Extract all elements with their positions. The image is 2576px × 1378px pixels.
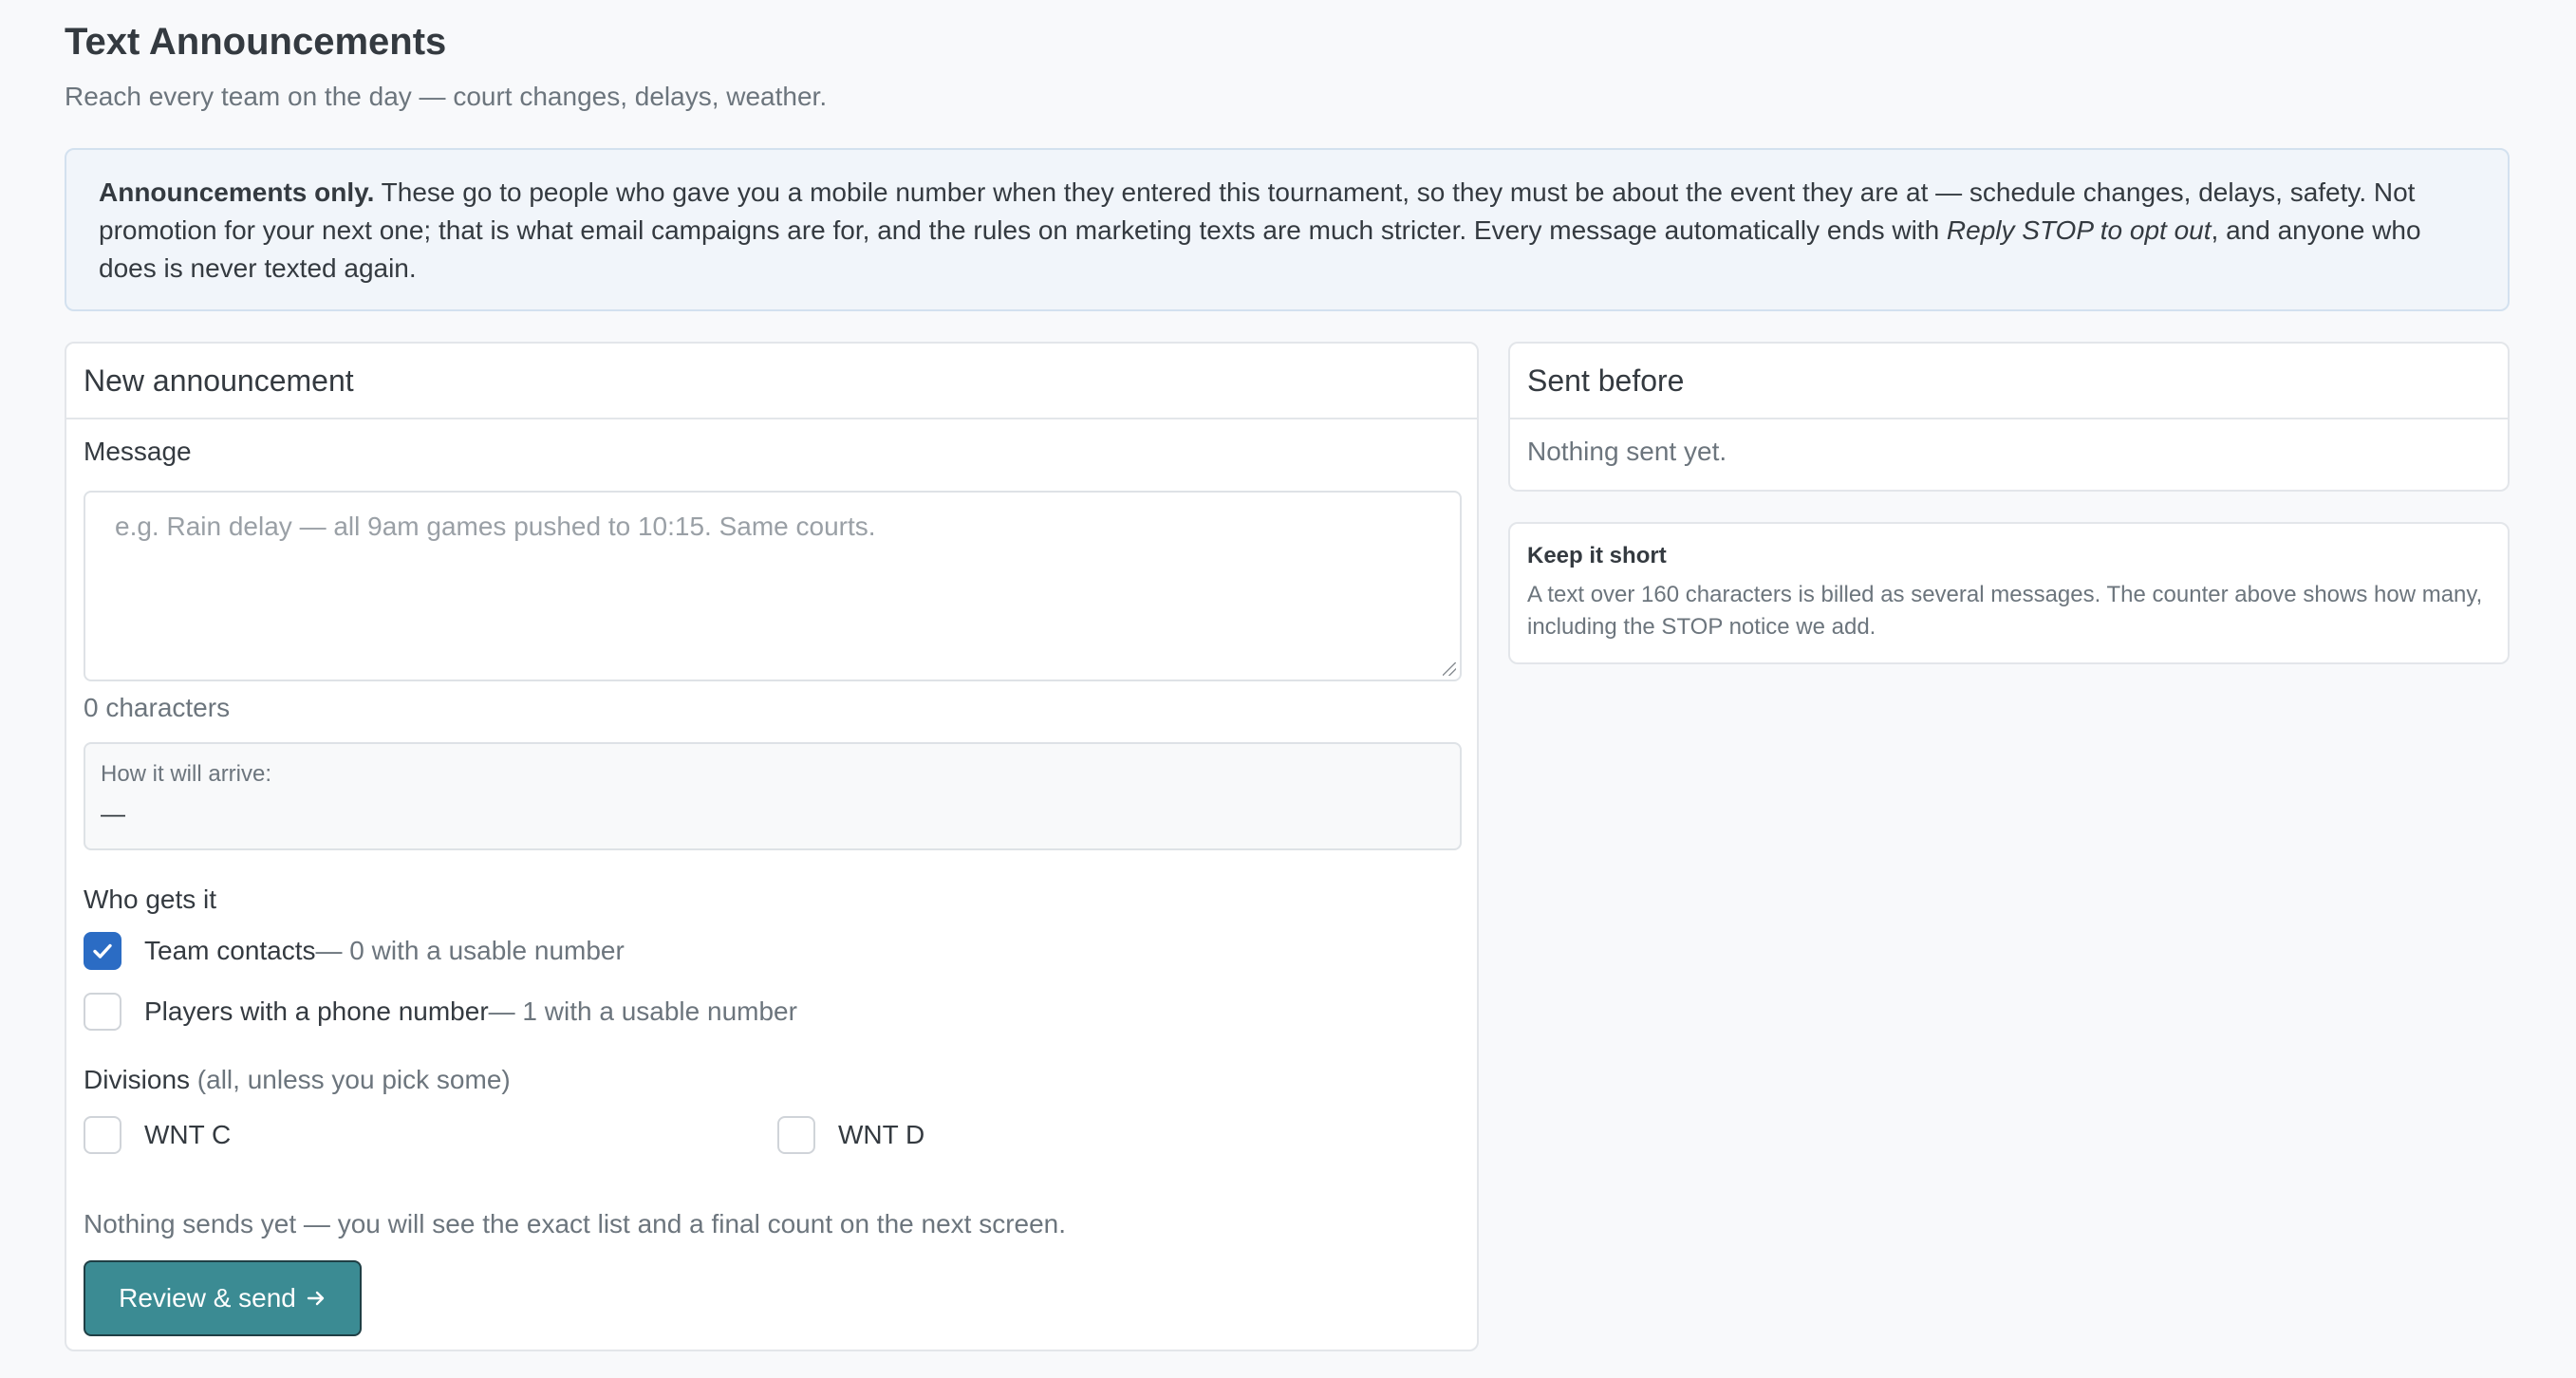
tip-body: A text over 160 characters is billed as … (1527, 582, 2483, 640)
page: Text Announcements Reach every team on t… (0, 0, 2576, 1378)
notice-lead: Announcements only. (99, 177, 375, 207)
message-preview: How it will arrive: — (84, 742, 1462, 850)
players-label: Players with a phone number (144, 996, 489, 1026)
review-send-button[interactable]: Review & send (84, 1260, 362, 1336)
checkmark-icon (93, 943, 112, 959)
team-contacts-detail: — 0 with a usable number (315, 936, 625, 965)
preview-value: — (101, 799, 125, 828)
keep-short-tip-card: Keep it short A text over 160 characters… (1508, 522, 2510, 664)
preview-label: How it will arrive: (101, 761, 272, 787)
division-option-wnt-d[interactable]: WNT D (777, 1116, 924, 1154)
arrow-right-icon (307, 1291, 325, 1306)
sent-before-header: Sent before (1510, 344, 2508, 419)
wnt-c-checkbox[interactable] (84, 1116, 121, 1154)
sent-before-card: Sent before Nothing sent yet. (1508, 342, 2510, 492)
new-announcement-card: New announcement Message e.g. Rain delay… (65, 342, 1479, 1351)
notice-emphasis: Reply STOP to opt out (1946, 215, 2212, 245)
sent-before-empty: Nothing sent yet. (1527, 437, 1727, 466)
message-label: Message (84, 437, 192, 466)
send-footnote: Nothing sends yet — you will see the exa… (84, 1209, 1067, 1238)
review-send-label: Review & send (119, 1283, 296, 1313)
tip-title: Keep it short (1527, 543, 1667, 568)
wnt-d-label: WNT D (838, 1120, 925, 1149)
recipient-option-team-contacts[interactable]: Team contacts — 0 with a usable number (84, 932, 625, 970)
recipient-option-players[interactable]: Players with a phone number — 1 with a u… (84, 993, 797, 1031)
divisions-label: Divisions (84, 1065, 191, 1094)
wnt-d-checkbox[interactable] (777, 1116, 815, 1154)
announcements-notice: Announcements only. These go to people w… (65, 148, 2510, 311)
message-textarea[interactable]: e.g. Rain delay — all 9am games pushed t… (84, 491, 1462, 681)
division-option-wnt-c[interactable]: WNT C (84, 1116, 231, 1154)
wnt-c-label: WNT C (144, 1120, 232, 1149)
page-title: Text Announcements (65, 21, 447, 63)
team-contacts-label: Team contacts (144, 936, 316, 965)
resize-handle-icon[interactable] (1443, 662, 1456, 676)
players-checkbox[interactable] (84, 993, 121, 1031)
page-subtitle: Reach every team on the day — court chan… (65, 82, 828, 111)
team-contacts-checkbox[interactable] (84, 932, 121, 970)
message-placeholder: e.g. Rain delay — all 9am games pushed t… (115, 512, 876, 541)
new-announcement-header: New announcement (66, 344, 1477, 419)
players-detail: — 1 with a usable number (488, 996, 797, 1026)
recipients-label: Who gets it (84, 885, 217, 914)
character-counter: 0 characters (84, 693, 231, 722)
divisions-heading: Divisions (all, unless you pick some) (84, 1065, 511, 1095)
divisions-hint: (all, unless you pick some) (190, 1065, 511, 1094)
